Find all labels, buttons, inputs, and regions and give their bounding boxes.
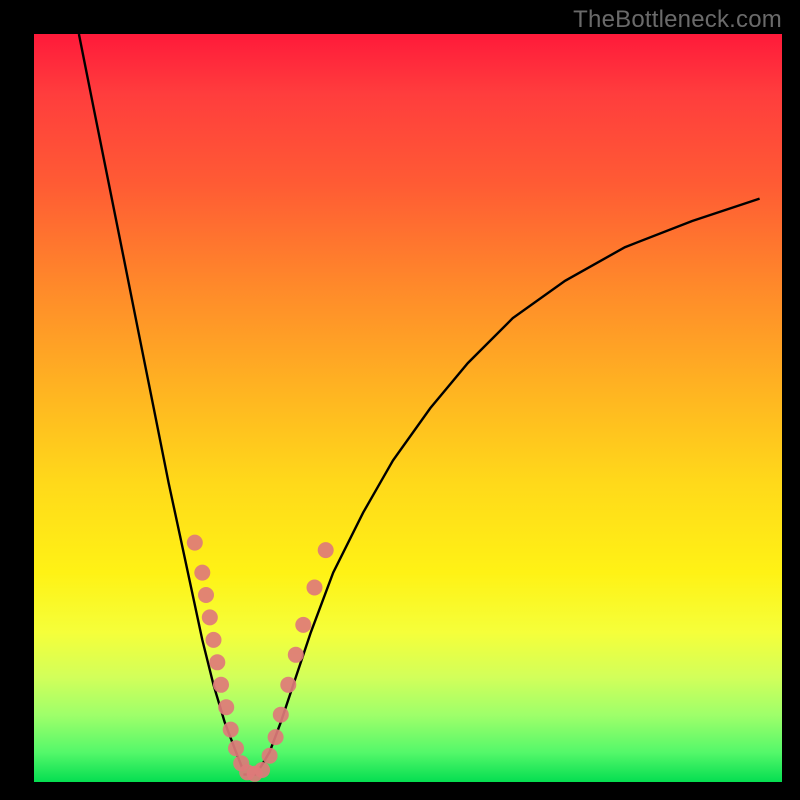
scatter-dot: [262, 748, 278, 764]
scatter-dot: [254, 762, 270, 778]
curve-right-branch: [258, 199, 759, 771]
scatter-dot: [202, 609, 218, 625]
scatter-dot: [206, 632, 222, 648]
scatter-dot: [295, 617, 311, 633]
scatter-dot: [223, 722, 239, 738]
scatter-dot: [318, 542, 334, 558]
scatter-dot: [218, 699, 234, 715]
scatter-dot: [209, 654, 225, 670]
chart-svg: [34, 34, 782, 782]
scatter-dot: [288, 647, 304, 663]
scatter-dot: [280, 677, 296, 693]
scatter-dot: [187, 535, 203, 551]
scatter-dot: [198, 587, 214, 603]
scatter-markers: [187, 535, 334, 782]
scatter-dot: [268, 729, 284, 745]
scatter-dot: [273, 707, 289, 723]
scatter-dot: [194, 565, 210, 581]
scatter-dot: [213, 677, 229, 693]
plot-area: [34, 34, 782, 782]
scatter-dot: [228, 740, 244, 756]
watermark-text: TheBottleneck.com: [573, 6, 782, 34]
scatter-dot: [307, 580, 323, 596]
chart-frame: TheBottleneck.com: [0, 0, 800, 800]
